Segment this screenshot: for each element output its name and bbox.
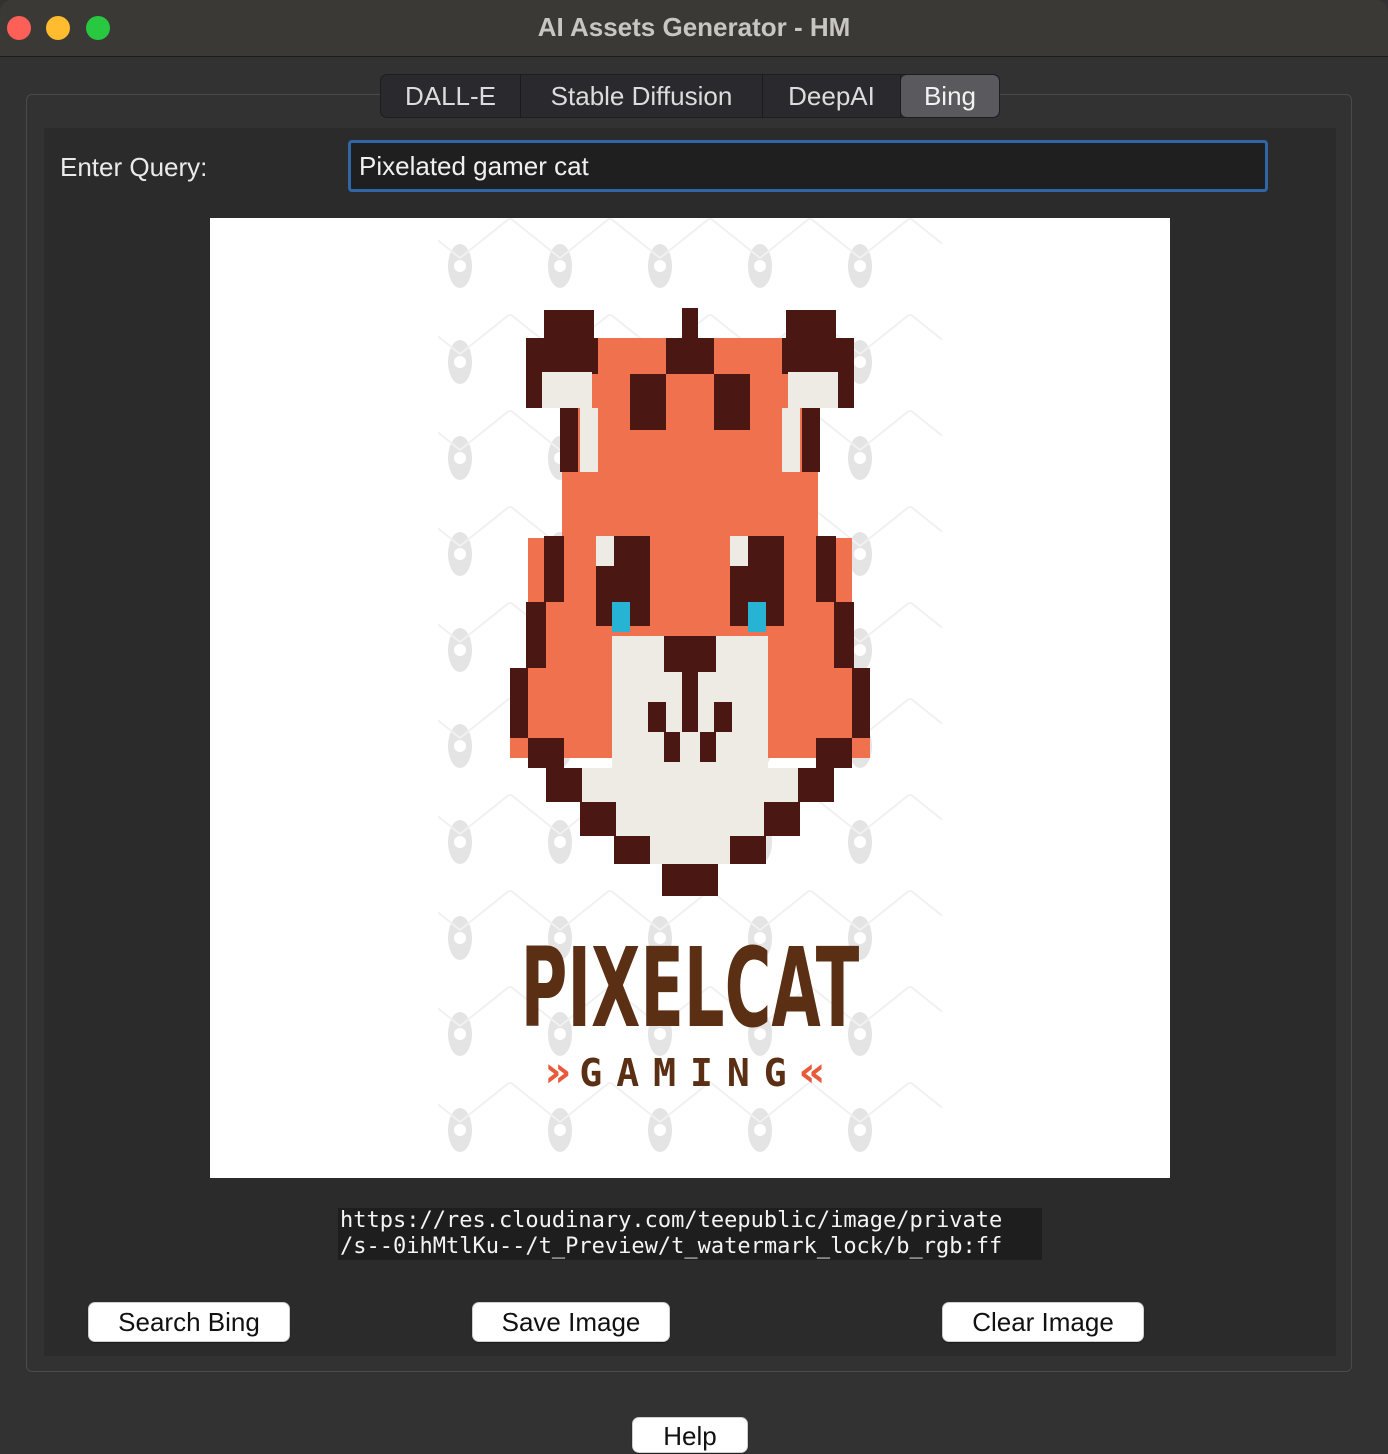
pixel-block — [682, 374, 698, 504]
pixel-block — [788, 372, 838, 408]
search-bing-button[interactable]: Search Bing — [88, 1302, 290, 1342]
pixel-block — [682, 308, 698, 338]
pixel-block — [802, 408, 820, 472]
tab-dalle[interactable]: DALL-E — [381, 75, 521, 117]
pixel-block — [634, 836, 746, 864]
query-label: Enter Query: — [60, 152, 208, 182]
query-input[interactable] — [348, 140, 1268, 192]
pixel-block — [614, 836, 650, 864]
pixel-block — [834, 602, 854, 668]
pixel-block — [798, 768, 834, 802]
pixel-block — [528, 738, 564, 768]
window-title: AI Assets Generator - HM — [537, 12, 851, 42]
pixel-block — [510, 668, 528, 738]
pixel-block — [630, 374, 666, 430]
pixel-block — [816, 536, 836, 602]
pixel-block — [580, 802, 616, 836]
pixel-block — [786, 310, 836, 340]
result-url-line-2: /s--0ihMtlKu--/t_Preview/t_watermark_loc… — [340, 1234, 1003, 1259]
pixel-block — [544, 536, 564, 602]
pixel-block — [648, 702, 666, 732]
logo-title-text: PIXELCAT — [521, 926, 860, 1053]
pixel-block — [852, 668, 870, 738]
pixel-block — [730, 536, 748, 566]
pixel-block — [748, 602, 766, 632]
pixel-block — [682, 672, 698, 732]
tab-deepai[interactable]: DeepAI — [763, 75, 901, 117]
pixel-block — [596, 536, 614, 566]
help-button[interactable]: Help — [632, 1417, 748, 1453]
save-image-button[interactable]: Save Image — [472, 1302, 670, 1342]
pixel-block — [612, 602, 630, 632]
pixel-block — [664, 636, 716, 672]
logo-left-chevrons: » — [544, 1047, 571, 1096]
logo-subtitle-text: GAMING — [579, 1051, 800, 1095]
pixel-block — [714, 702, 732, 732]
tab-bing[interactable]: Bing — [901, 75, 999, 117]
result-url: https://res.cloudinary.com/teepublic/ima… — [338, 1208, 1042, 1260]
pixel-block — [562, 338, 598, 374]
pixel-block — [580, 408, 598, 472]
pixel-block — [662, 864, 718, 896]
pixel-block — [782, 408, 800, 472]
pixel-block — [564, 768, 816, 802]
clear-image-button[interactable]: Clear Image — [942, 1302, 1144, 1342]
pixel-block — [714, 374, 750, 430]
tab-bar: DALL-E Stable Diffusion DeepAI Bing — [380, 74, 1000, 118]
pixel-block — [560, 408, 578, 472]
pixel-block — [782, 338, 818, 374]
pixel-block — [700, 732, 716, 762]
pixel-block — [666, 338, 714, 374]
pixel-block — [542, 372, 592, 408]
pixel-block — [600, 802, 780, 836]
result-url-line-1: https://res.cloudinary.com/teepublic/ima… — [340, 1208, 1003, 1233]
pixel-block — [526, 602, 546, 668]
generated-image: PIXELCAT » GAMING « — [210, 218, 1170, 1178]
pixel-block — [664, 732, 680, 762]
logo-right-chevrons: « — [798, 1047, 825, 1096]
pixel-block — [730, 836, 766, 864]
title-bar: AI Assets Generator - HM — [0, 0, 1388, 57]
pixelcat-logo-image: PIXELCAT » GAMING « — [438, 218, 942, 1178]
pixel-block — [764, 802, 800, 836]
tab-stable-diffusion[interactable]: Stable Diffusion — [521, 75, 763, 117]
pixel-block — [816, 738, 852, 768]
pixel-block — [544, 310, 594, 340]
pixel-block — [546, 768, 582, 802]
